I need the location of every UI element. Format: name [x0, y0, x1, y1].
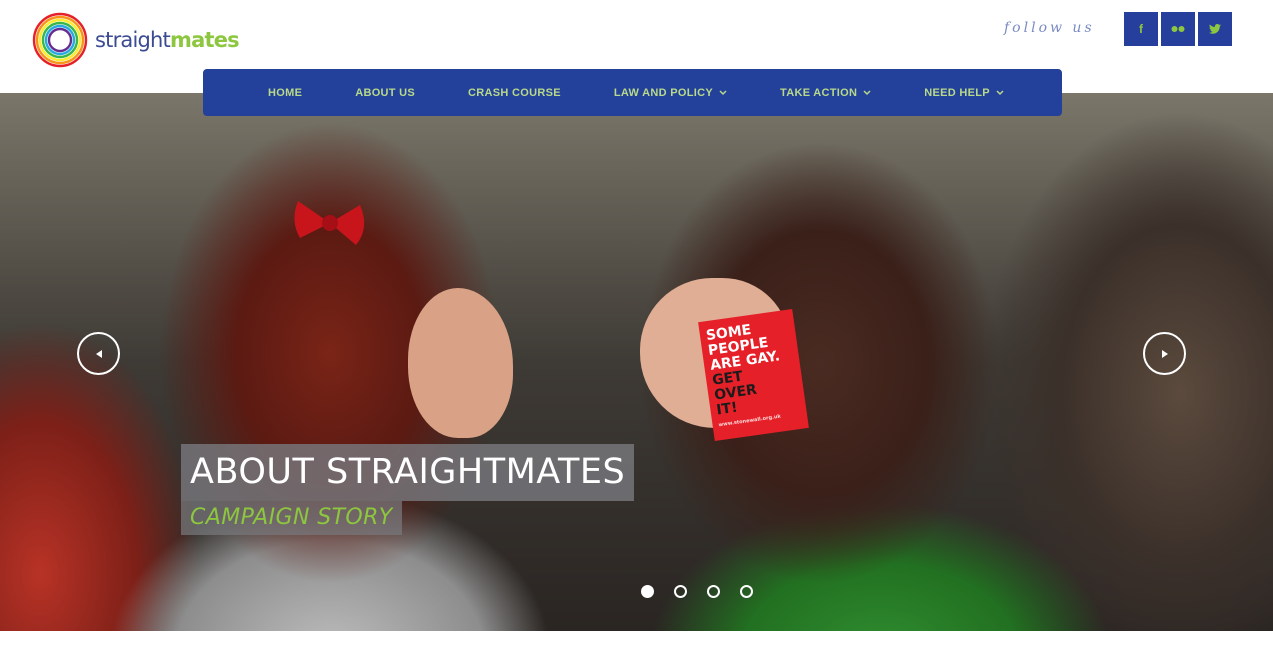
- chevron-down-icon: [863, 89, 871, 95]
- nav-about-us[interactable]: ABOUT US: [355, 87, 415, 99]
- nav-crash-course[interactable]: CRASH COURSE: [468, 87, 561, 99]
- slider-dot-3[interactable]: [707, 585, 720, 598]
- logo-wordmark: straightmates: [95, 27, 240, 52]
- hero-slider: SOME PEOPLE ARE GAY. GET OVER IT! www.st…: [0, 93, 1273, 631]
- hero-photo-face-left: [408, 288, 513, 438]
- nav-need-help[interactable]: NEED HELP: [924, 87, 1004, 99]
- nav-label: TAKE ACTION: [780, 86, 858, 99]
- logo-text-bold: mates: [170, 27, 240, 52]
- main-nav: HOME ABOUT US CRASH COURSE LAW AND POLIC…: [203, 69, 1062, 116]
- slider-dot-1[interactable]: [641, 585, 654, 598]
- flickr-icon: [1171, 26, 1185, 32]
- facebook-icon: f: [1139, 22, 1143, 36]
- nav-label: ABOUT US: [355, 86, 416, 99]
- flickr-button[interactable]: [1161, 12, 1195, 46]
- follow-us-label: follow us: [1004, 20, 1095, 36]
- slider-pagination: [641, 585, 753, 598]
- nav-label: LAW AND POLICY: [613, 86, 714, 99]
- logo-rings-icon: [32, 12, 88, 68]
- twitter-icon: [1209, 24, 1221, 34]
- hero-title: ABOUT STRAIGHTMATES: [181, 444, 635, 501]
- slider-next-button[interactable]: [1143, 332, 1186, 375]
- logo-text-light: straight: [95, 27, 171, 52]
- twitter-button[interactable]: [1198, 12, 1232, 46]
- slider-dot-2[interactable]: [674, 585, 687, 598]
- slider-dot-4[interactable]: [740, 585, 753, 598]
- hero-sticker: SOME PEOPLE ARE GAY. GET OVER IT! www.st…: [698, 308, 809, 442]
- caret-left-icon: [95, 349, 102, 358]
- page: straightmates follow us f SOME PEOPLE AR…: [0, 0, 1273, 655]
- logo[interactable]: straightmates: [31, 11, 240, 69]
- nav-label: CRASH COURSE: [468, 86, 561, 99]
- facebook-button[interactable]: f: [1124, 12, 1158, 46]
- chevron-down-icon: [719, 89, 727, 95]
- hero-subtitle[interactable]: CAMPAIGN STORY: [181, 501, 402, 535]
- red-bow-icon: [294, 201, 365, 245]
- nav-home[interactable]: HOME: [268, 87, 302, 99]
- chevron-down-icon: [996, 89, 1004, 95]
- nav-label: HOME: [268, 86, 303, 99]
- nav-label: NEED HELP: [924, 86, 990, 99]
- caret-right-icon: [1161, 349, 1168, 358]
- nav-law-and-policy[interactable]: LAW AND POLICY: [614, 87, 727, 99]
- nav-take-action[interactable]: TAKE ACTION: [780, 87, 871, 99]
- slider-prev-button[interactable]: [77, 332, 120, 375]
